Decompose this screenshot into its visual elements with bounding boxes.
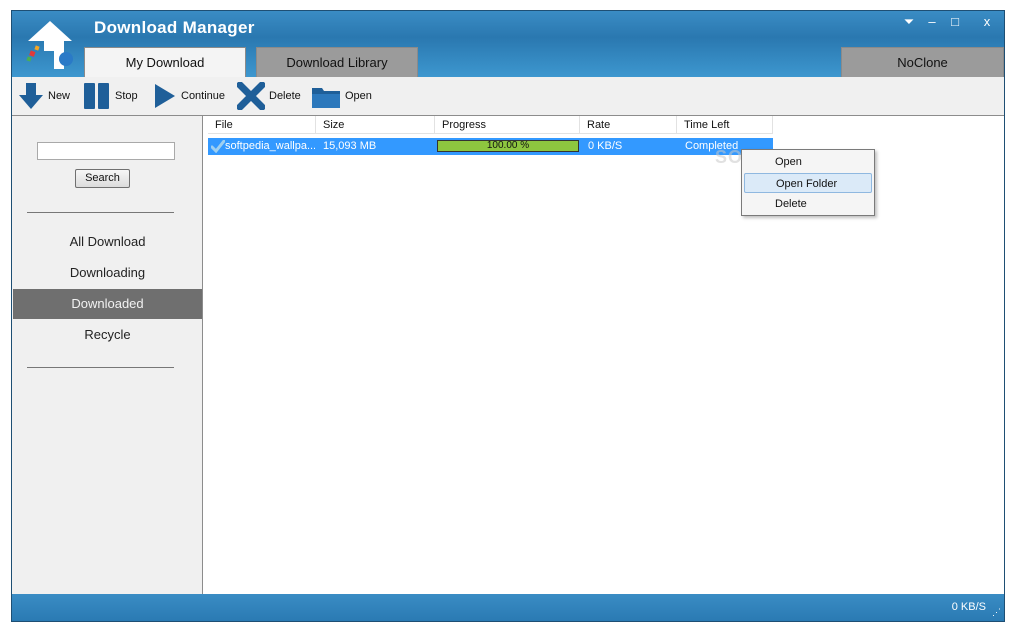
sidebar-item-all-download[interactable]: All Download	[13, 227, 202, 257]
app-window: Download Manager ⏷ – □ x My Download Dow…	[11, 10, 1005, 622]
search-button[interactable]: Search	[75, 169, 130, 188]
context-menu: Open Open Folder Delete	[741, 149, 875, 216]
column-header-time-left[interactable]: Time Left	[677, 116, 773, 134]
stop-label: Stop	[115, 90, 138, 102]
download-list: File Size Progress Rate Time Left softpe…	[203, 116, 1004, 594]
title-bar[interactable]: Download Manager ⏷ – □ x My Download Dow…	[12, 11, 1004, 77]
window-menu-button[interactable]: ⏷	[900, 13, 918, 31]
sidebar-item-downloaded[interactable]: Downloaded	[13, 289, 202, 319]
open-button[interactable]: Open	[311, 81, 372, 111]
context-menu-delete[interactable]: Delete	[744, 194, 872, 214]
column-header-size[interactable]: Size	[316, 116, 435, 134]
minimize-button[interactable]: –	[923, 13, 941, 31]
progress-bar: 100.00 %	[437, 140, 579, 152]
file-name: softpedia_wallpa...	[225, 140, 315, 152]
delete-label: Delete	[269, 90, 301, 102]
stop-button[interactable]: Stop	[83, 81, 138, 111]
context-menu-open-folder[interactable]: Open Folder	[744, 173, 872, 193]
maximize-button[interactable]: □	[946, 13, 964, 31]
tab-download-library[interactable]: Download Library	[256, 47, 418, 77]
search-input[interactable]	[37, 142, 175, 160]
continue-button[interactable]: Continue	[153, 81, 225, 111]
x-delete-icon	[237, 82, 265, 110]
table-row[interactable]: softpedia_wallpa... 15,093 MB 100.00 % 0…	[208, 138, 773, 155]
close-button[interactable]: x	[976, 13, 998, 31]
pause-icon	[84, 83, 109, 109]
toolbar: New Stop Continue Delete Open	[12, 77, 1004, 116]
close-icon: x	[983, 14, 991, 29]
play-icon	[155, 84, 175, 108]
column-header-progress[interactable]: Progress	[435, 116, 580, 134]
check-icon	[211, 140, 225, 153]
new-button[interactable]: New	[18, 81, 70, 111]
delete-button[interactable]: Delete	[237, 81, 301, 111]
continue-label: Continue	[181, 90, 226, 102]
sidebar-item-downloading[interactable]: Downloading	[13, 258, 202, 288]
tab-my-download[interactable]: My Download	[84, 47, 246, 77]
divider	[27, 367, 174, 368]
status-rate: 0 KB/S	[951, 601, 986, 613]
file-size: 15,093 MB	[323, 140, 377, 152]
down-arrow-icon	[19, 83, 43, 109]
open-label: Open	[345, 90, 372, 102]
minimize-icon: –	[928, 14, 936, 29]
sidebar-item-recycle[interactable]: Recycle	[13, 320, 202, 350]
divider	[27, 212, 174, 213]
maximize-icon: □	[951, 14, 959, 29]
app-title: Download Manager	[94, 18, 255, 37]
resize-grip-icon[interactable]: ⋰	[992, 607, 1001, 618]
column-header-file[interactable]: File	[208, 116, 316, 134]
chevron-down-icon: ⏷	[903, 14, 915, 29]
app-logo-icon	[26, 21, 73, 69]
tab-noclone[interactable]: NoClone	[841, 47, 1004, 77]
sidebar: Search All Download Downloading Download…	[12, 116, 203, 594]
folder-icon	[312, 88, 340, 108]
column-header-rate[interactable]: Rate	[580, 116, 677, 134]
status-bar: 0 KB/S ⋰	[12, 594, 1004, 621]
new-label: New	[48, 90, 71, 102]
context-menu-open[interactable]: Open	[744, 152, 872, 172]
rate-value: 0 KB/S	[588, 140, 623, 152]
progress-text: 100.00 %	[486, 140, 530, 151]
